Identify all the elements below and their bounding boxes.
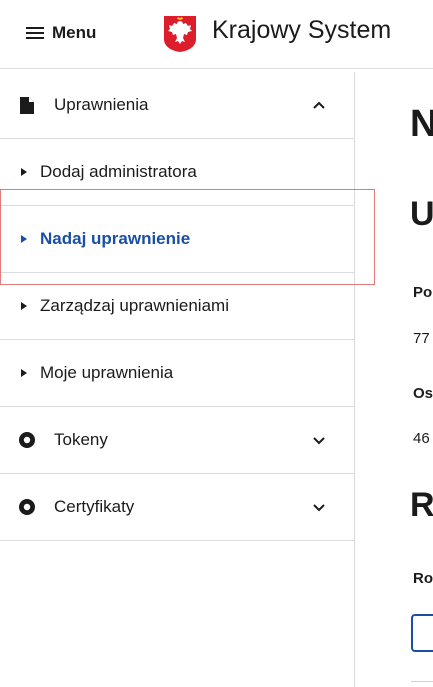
divider	[411, 681, 433, 682]
sidebar-item-zarzadzaj-uprawnieniami[interactable]: Zarządzaj uprawnieniami	[0, 273, 354, 340]
role-input[interactable]	[411, 614, 433, 652]
page-heading: N	[410, 103, 433, 145]
document-icon	[19, 96, 35, 114]
sidebar-item-dodaj-administratora[interactable]: Dodaj administratora	[0, 139, 354, 206]
sidebar-section-label: Certyfikaty	[54, 497, 135, 516]
sidebar-section-label: Uprawnienia	[54, 95, 149, 114]
target-icon	[19, 498, 35, 516]
chevron-down-icon[interactable]	[312, 500, 326, 514]
sidebar-item-label: Moje uprawnienia	[40, 363, 174, 382]
triangle-bullet-icon	[21, 168, 27, 176]
sidebar-section-uprawnienia[interactable]: Uprawnienia	[0, 72, 354, 139]
target-icon	[19, 431, 35, 449]
site-title: Krajowy System	[212, 16, 392, 44]
section-heading: R	[410, 486, 433, 524]
sidebar-item-moje-uprawnienia[interactable]: Moje uprawnienia	[0, 340, 354, 407]
triangle-bullet-icon	[21, 302, 27, 310]
polish-eagle-emblem-icon	[164, 16, 196, 52]
sidebar-section-certyfikaty[interactable]: Certyfikaty	[0, 474, 354, 541]
field-value: 77	[413, 330, 430, 347]
field-label: Po	[413, 284, 433, 301]
sidebar-item-label: Zarządzaj uprawnieniami	[40, 296, 229, 315]
triangle-bullet-icon	[21, 235, 27, 243]
chevron-down-icon[interactable]	[312, 433, 326, 447]
main-content: N U Po 77 Os 46 R Ro	[355, 69, 433, 687]
sidebar-item-label: Nadaj uprawnienie	[40, 229, 191, 248]
sidebar-nav: Uprawnienia Dodaj administratora Nadaj u…	[0, 72, 355, 687]
section-heading: U	[410, 195, 433, 233]
top-header: Menu Krajowy System	[0, 0, 433, 69]
field-label: Ro	[413, 570, 433, 587]
sidebar-section-tokeny[interactable]: Tokeny	[0, 407, 354, 474]
triangle-bullet-icon	[21, 369, 27, 377]
sidebar-item-nadaj-uprawnienie[interactable]: Nadaj uprawnienie	[0, 206, 354, 273]
menu-button[interactable]: Menu	[26, 19, 96, 47]
field-value: 46	[413, 430, 430, 447]
sidebar-section-label: Tokeny	[54, 430, 108, 449]
chevron-up-icon[interactable]	[312, 98, 326, 112]
menu-label: Menu	[52, 23, 97, 42]
sidebar-item-label: Dodaj administratora	[40, 162, 197, 181]
hamburger-icon	[26, 26, 44, 40]
field-label: Os	[413, 385, 433, 402]
